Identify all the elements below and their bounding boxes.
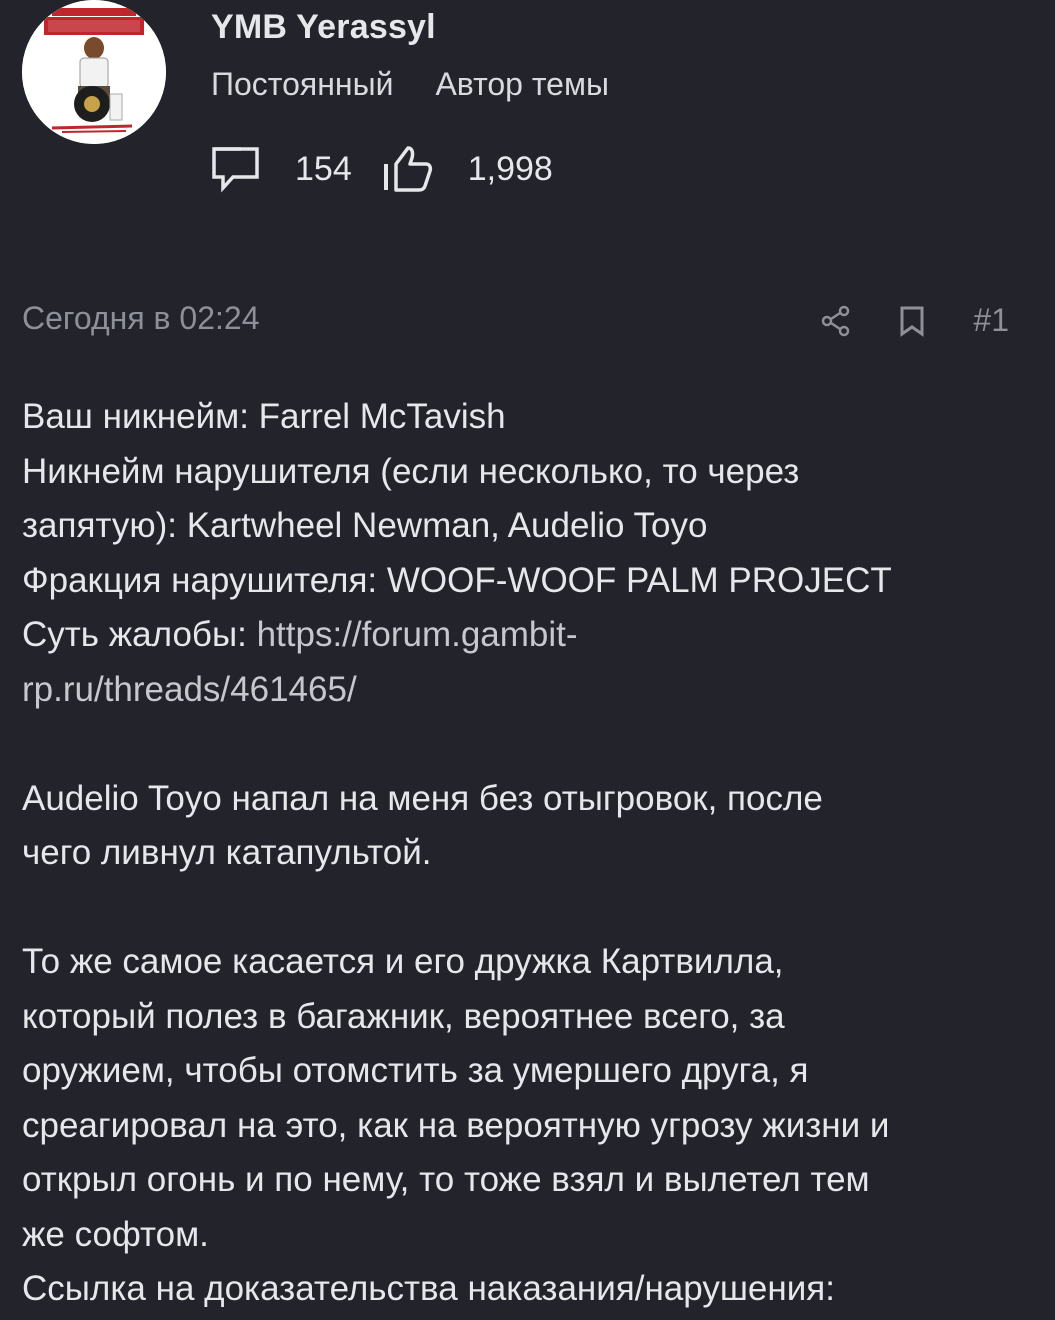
post-actions: #1: [821, 302, 1009, 339]
body-line: Ссылка на доказательства наказания/наруш…: [22, 1269, 835, 1308]
forum-post-page: YMB Yerassyl Постоянный Автор темы 154 1…: [0, 0, 1055, 1320]
user-roles: Постоянный Автор темы: [211, 66, 609, 103]
body-line: Ваш никнейм: Farrel McTavish: [22, 397, 506, 436]
body-line: То же самое касается и его дружка Картви…: [22, 942, 784, 981]
body-line: же софтом.: [22, 1214, 209, 1254]
like-icon: [382, 144, 434, 194]
complaint-link-continued[interactable]: rp.ru/threads/461465/: [22, 663, 1032, 718]
body-line: запятую): Kartwheel Newman, Audelio Toyo: [22, 506, 708, 545]
username[interactable]: YMB Yerassyl: [211, 8, 436, 47]
reactions-count: 1,998: [467, 149, 553, 188]
body-line: Суть жалобы: https://forum.gambit-: [22, 608, 1032, 663]
body-line: чего ливнул катапультой.: [22, 833, 432, 872]
body-line: оружием, чтобы отомстить за умершего дру…: [22, 1051, 809, 1090]
thread-author-badge: Автор темы: [435, 66, 609, 102]
complaint-label: Суть жалобы:: [22, 615, 257, 654]
body-line: Никнейм нарушителя (если несколько, то ч…: [22, 451, 800, 491]
complaint-link[interactable]: https://forum.gambit-: [257, 615, 578, 654]
messages-count: 154: [295, 149, 352, 188]
body-line: Фракция нарушителя: WOOF-WOOF PALM PROJE…: [22, 560, 892, 600]
share-icon[interactable]: [821, 305, 851, 337]
post-number[interactable]: #1: [973, 302, 1009, 339]
bookmark-icon[interactable]: [899, 305, 925, 337]
post-date[interactable]: Сегодня в 02:24: [22, 300, 260, 337]
body-line: который полез в багажник, вероятнее всег…: [22, 996, 785, 1036]
avatar-image: [22, 0, 166, 144]
user-title: Постоянный: [211, 66, 394, 102]
post-body: Ваш никнейм: Farrel McTavish Никнейм нар…: [22, 390, 1032, 1317]
messages-icon: [211, 144, 261, 194]
user-stats: 154 1,998: [211, 144, 553, 194]
body-line: среагировал на это, как на вероятную угр…: [22, 1105, 890, 1145]
body-line: открыл огонь и по нему, то тоже взял и в…: [22, 1160, 870, 1199]
body-line: Audelio Toyo напал на меня без отыгровок…: [22, 778, 823, 818]
user-avatar[interactable]: [22, 0, 166, 144]
